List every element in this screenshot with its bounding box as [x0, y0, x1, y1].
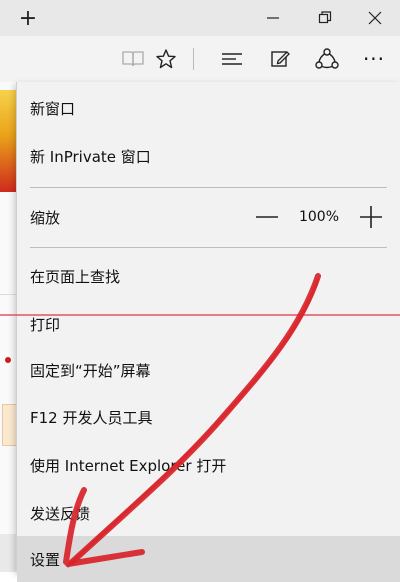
zoom-in-button[interactable] — [349, 194, 393, 240]
menu-item-label: 在页面上查找 — [30, 267, 121, 286]
menu-item-new-inprivate-window[interactable]: 新 InPrivate 窗口 — [17, 133, 400, 179]
page-bullet — [5, 357, 11, 363]
share-button[interactable] — [310, 42, 344, 76]
menu-item-find-on-page[interactable]: 在页面上查找 — [17, 253, 400, 299]
menu-item-label: 使用 Internet Explorer 打开 — [30, 456, 227, 475]
favorite-star-icon — [156, 49, 176, 69]
menu-item-label: F12 开发人员工具 — [30, 408, 153, 427]
menu-item-f12-developer-tools[interactable]: F12 开发人员工具 — [17, 394, 400, 440]
share-icon — [315, 48, 339, 69]
favorite-button[interactable] — [149, 42, 183, 76]
new-tab-button[interactable]: + — [8, 0, 48, 36]
zoom-value: 100% — [298, 209, 340, 225]
menu-item-label: 设置 — [30, 550, 61, 569]
menu-item-open-with-internet-explorer[interactable]: 使用 Internet Explorer 打开 — [17, 442, 400, 488]
reading-view-icon — [122, 51, 144, 67]
hub-button[interactable] — [215, 42, 249, 76]
zoom-controls: 100% — [245, 194, 400, 240]
menu-item-print[interactable]: 打印 — [17, 301, 400, 347]
minimize-icon — [267, 17, 279, 19]
menu-separator — [30, 187, 387, 188]
restore-button[interactable] — [310, 0, 340, 36]
menu-item-label: 打印 — [30, 315, 61, 334]
menu-item-label: 固定到“开始”屏幕 — [30, 361, 151, 380]
menu-item-send-feedback[interactable]: 发送反馈 — [17, 490, 400, 536]
reading-view-button[interactable] — [116, 42, 150, 76]
minimize-button[interactable] — [258, 0, 288, 36]
plus-icon: + — [18, 5, 38, 31]
zoom-label: 缩放 — [30, 208, 61, 227]
menu-item-label: 新 InPrivate 窗口 — [30, 147, 151, 166]
menu-item-new-window[interactable]: 新窗口 — [17, 85, 400, 131]
browser-toolbar: ··· — [0, 36, 400, 83]
zoom-out-button[interactable] — [245, 194, 289, 240]
menu-item-label: 新窗口 — [30, 99, 76, 118]
hub-icon — [222, 53, 242, 65]
more-button[interactable]: ··· — [357, 42, 391, 76]
minus-icon — [256, 216, 278, 218]
menu-item-pin-to-start[interactable]: 固定到“开始”屏幕 — [17, 347, 400, 393]
close-icon — [368, 11, 382, 25]
menu-item-label: 发送反馈 — [30, 504, 91, 523]
menu-separator — [30, 247, 387, 248]
more-icon: ··· — [362, 47, 386, 71]
menu-item-zoom: 缩放 100% — [17, 194, 400, 240]
web-note-icon — [271, 51, 290, 67]
plus-icon — [360, 206, 382, 228]
web-note-button[interactable] — [263, 42, 297, 76]
toolbar-divider — [193, 48, 194, 70]
settings-more-menu: 新窗口 新 InPrivate 窗口 缩放 100% 在页面上查找 打印 固定到… — [16, 82, 400, 582]
restore-icon — [318, 11, 332, 24]
menu-item-settings[interactable]: 设置 — [17, 536, 400, 582]
close-button[interactable] — [360, 0, 390, 36]
title-bar: + — [0, 0, 400, 36]
